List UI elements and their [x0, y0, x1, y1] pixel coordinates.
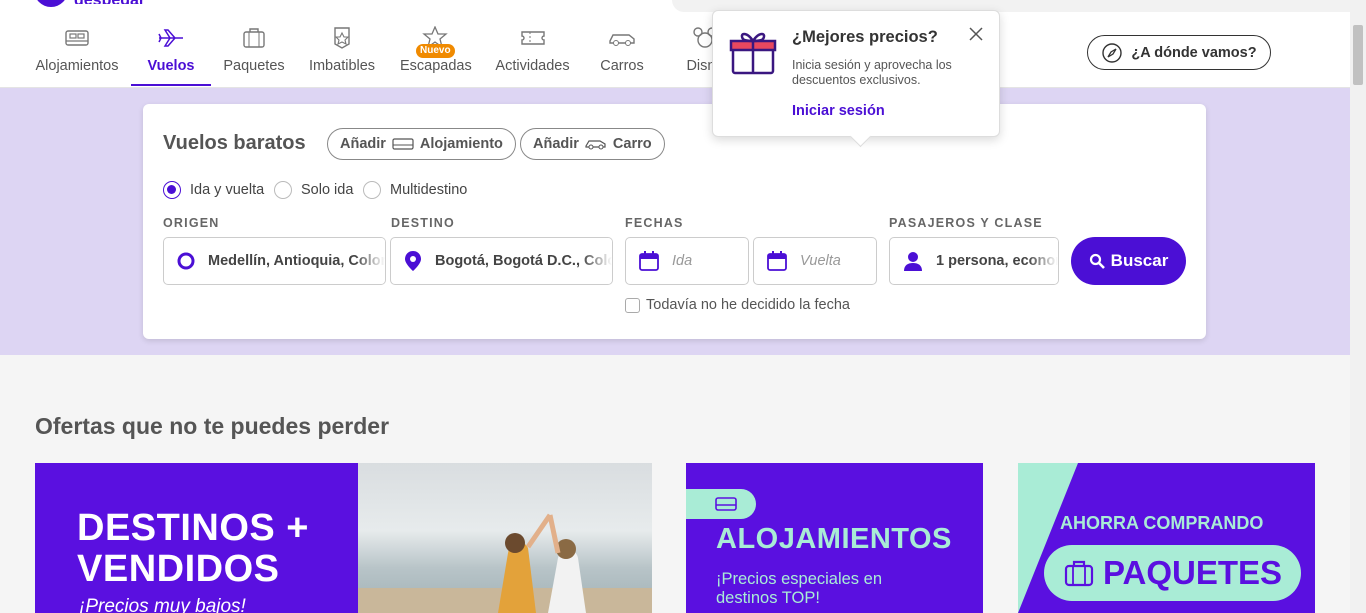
nav-label: Escapadas [400, 58, 472, 74]
destination-field[interactable]: Bogotá, Bogotá D.C., Colombia [390, 237, 613, 285]
plane-icon [158, 29, 183, 47]
nav-label: Alojamientos [35, 58, 119, 74]
where-to-button[interactable]: ¿A dónde vamos? [1087, 35, 1271, 70]
add-hotel-button[interactable]: Añadir Alojamiento [327, 128, 516, 160]
banner3-main: PAQUETES [1102, 554, 1283, 591]
login-link[interactable]: Iniciar sesión [792, 103, 885, 119]
undecided-date-label: Todavía no he decidido la fecha [646, 297, 850, 313]
scrollbar-thumb[interactable] [1353, 25, 1363, 85]
calendar-icon [639, 251, 659, 271]
nav-paquetes[interactable]: Paquetes [222, 24, 286, 88]
bed-icon [392, 138, 414, 150]
suitcase-icon [243, 28, 265, 48]
banner-best-sellers[interactable]: DESTINOS + VENDIDOS ¡Precios muy bajos! [35, 463, 652, 613]
new-badge: Nuevo [416, 44, 455, 58]
nav-imbatibles[interactable]: Imbatibles [308, 24, 376, 88]
ticket-icon [520, 31, 545, 45]
search-button-label: Buscar [1110, 251, 1169, 270]
logo-icon[interactable] [34, 0, 68, 7]
nav-alojamientos[interactable]: Alojamientos [34, 24, 120, 88]
search-title: Vuelos baratos [163, 132, 306, 154]
search-icon [1089, 253, 1105, 269]
popup-title: ¿Mejores precios? [792, 28, 938, 46]
calendar-icon [767, 251, 787, 271]
banner2-title: ALOJAMIENTOS [716, 523, 952, 555]
logo-text[interactable]: despegar [74, 0, 164, 4]
depart-date-field[interactable]: Ida [625, 237, 749, 285]
flight-search-card: Vuelos baratos Añadir Alojamiento Añadir… [143, 104, 1206, 339]
car-icon [585, 140, 606, 150]
passengers-field[interactable]: 1 persona, economy [889, 237, 1059, 285]
return-date-field[interactable]: Vuelta [753, 237, 877, 285]
add-prefix: Añadir [340, 136, 386, 152]
radio-label: Multidestino [390, 182, 468, 198]
close-icon[interactable] [967, 25, 985, 43]
scrollbar[interactable] [1350, 0, 1366, 613]
add-prefix: Añadir [533, 136, 579, 152]
banner3-top: AHORRA COMPRANDO [1060, 513, 1264, 533]
bed-icon [715, 497, 737, 511]
banner1-line1: DESTINOS + [77, 507, 309, 549]
return-placeholder: Vuelta [800, 253, 841, 269]
nav-label: Paquetes [223, 58, 285, 74]
car-icon [609, 34, 635, 46]
add-hotel-label: Alojamiento [419, 136, 503, 152]
badge-icon [334, 27, 350, 49]
banner3-pill: PAQUETES [1044, 545, 1301, 601]
nav-escapadas[interactable]: Nuevo Escapadas [400, 24, 472, 88]
nav-vuelos[interactable]: Vuelos [131, 24, 211, 88]
banner2-subtitle: ¡Precios especiales en destinos TOP! [716, 570, 882, 607]
login-promo-popup: ¿Mejores precios? Inicia sesión y aprove… [712, 10, 1000, 137]
origin-field[interactable]: Medellín, Antioquia, Colombia [163, 237, 386, 285]
nav-label: Carros [600, 58, 644, 74]
checkbox-box[interactable] [625, 297, 640, 313]
add-car-button[interactable]: Añadir Carro [520, 128, 665, 160]
bed-icon [65, 30, 89, 46]
origin-label: ORIGEN [163, 216, 220, 230]
suitcase-icon [1064, 560, 1094, 587]
nav-actividades[interactable]: Actividades [494, 24, 571, 88]
radio-dot[interactable] [163, 181, 181, 199]
origin-circle-icon [177, 252, 195, 270]
nav-label: Actividades [495, 58, 570, 74]
radio-label: Solo ida [301, 182, 354, 198]
where-to-label: ¿A dónde vamos? [1131, 44, 1257, 61]
destination-label: DESTINO [391, 216, 455, 230]
banner1-subtitle: ¡Precios muy bajos! [79, 596, 246, 613]
passengers-label: PASAJEROS Y CLASE [889, 216, 1043, 230]
radio-dot[interactable] [363, 181, 381, 199]
beach-photo [358, 463, 652, 613]
top-header: despegar Alojamientos Vuelos Paquetes Im… [0, 0, 1366, 88]
radio-dot[interactable] [274, 181, 292, 199]
nav-label: Vuelos [147, 58, 195, 74]
banner1-title: DESTINOS + VENDIDOS [77, 508, 309, 590]
search-button[interactable]: Buscar [1071, 237, 1186, 285]
beach-people-image [358, 513, 652, 613]
nav-carros[interactable]: Carros [598, 24, 646, 88]
popup-description: Inicia sesión y aprovecha los descuentos… [792, 58, 952, 87]
person-icon [904, 252, 922, 271]
dates-label: FECHAS [625, 216, 684, 230]
radio-multi[interactable]: Multidestino [363, 181, 467, 199]
banner-packages[interactable]: AHORRA COMPRANDO PAQUETES [1018, 463, 1315, 613]
undecided-date-checkbox[interactable]: Todavía no he decidido la fecha [625, 297, 850, 313]
location-pin-icon [405, 251, 421, 271]
radio-one-way[interactable]: Solo ida [274, 181, 353, 199]
banner1-line2: VENDIDOS [77, 548, 280, 590]
radio-round-trip[interactable]: Ida y vuelta [163, 181, 264, 199]
gift-icon [729, 32, 777, 75]
depart-placeholder: Ida [672, 253, 693, 269]
radio-label: Ida y vuelta [190, 182, 265, 198]
banner-lodging[interactable]: ALOJAMIENTOS ¡Precios especiales en dest… [686, 463, 983, 613]
nav-label: Imbatibles [308, 58, 376, 74]
add-car-label: Carro [612, 136, 652, 152]
banner2-tag [686, 489, 756, 519]
compass-icon [1102, 42, 1123, 63]
offers-title: Ofertas que no te puedes perder [35, 413, 390, 439]
